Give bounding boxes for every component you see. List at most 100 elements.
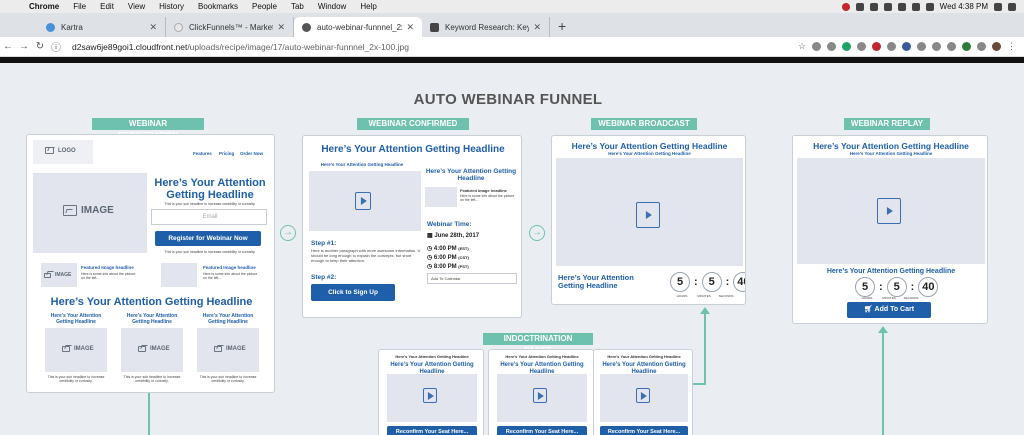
countdown-separator: :: [910, 281, 915, 293]
countdown-hours-unit: HOURS: [676, 294, 688, 298]
feature1-text: Here is some info about the picture on t…: [81, 272, 136, 280]
countdown-seconds-unit: SECONDS: [718, 294, 734, 298]
close-tab-icon[interactable]: ✕: [406, 22, 414, 33]
dropbox-icon[interactable]: [855, 2, 864, 11]
label-webinar-replay: WEBINAR REPLAY: [844, 118, 930, 130]
search-icon[interactable]: [994, 2, 1002, 11]
logo-text: LOGO: [58, 147, 76, 154]
cloud-icon[interactable]: [883, 2, 892, 11]
close-tab-icon[interactable]: ✕: [533, 22, 541, 33]
tab-kartra[interactable]: Kartra ✕: [38, 17, 166, 37]
confirmed-feature-title: Featured Image headline: [460, 188, 507, 193]
menubar-clock[interactable]: Wed 4:38 PM: [940, 2, 988, 11]
label-indoctrination-pages: INDOCTRINATION PAGES: [483, 333, 593, 355]
reconfirm-seat-button[interactable]: Reconfirm Your Seat Here...: [600, 426, 688, 435]
menu-app-chrome[interactable]: Chrome: [22, 2, 66, 11]
info-icon[interactable]: ⓘ: [48, 39, 64, 54]
click-to-sign-up-button[interactable]: Click to Sign Up: [311, 284, 395, 301]
extension-icon[interactable]: [857, 42, 866, 51]
registration-subnote-2: This is your sub headline to increase cr…: [164, 250, 256, 254]
menu-history[interactable]: History: [152, 2, 191, 11]
menu-edit[interactable]: Edit: [93, 2, 121, 11]
webinar-time-2: ◷ 6:00 PM (CST): [427, 254, 517, 261]
label-webinar-registration: WEBINAR REGISTRATION: [92, 118, 204, 140]
register-button[interactable]: Register for Webinar Now: [155, 231, 261, 246]
countdown-minutes: 5: [701, 272, 722, 292]
extension-icon[interactable]: [932, 42, 941, 51]
time-3: 8:00 PM: [433, 264, 457, 270]
close-tab-icon[interactable]: ✕: [277, 22, 285, 33]
indoctrination1-top: Here’s Your Attention Getting Headline: [395, 354, 469, 359]
indoctrination-page-2[interactable]: Here’s Your Attention Getting Headline H…: [488, 349, 594, 435]
reconfirm-seat-button[interactable]: Reconfirm Your Seat Here...: [387, 426, 477, 435]
extension-icon[interactable]: [887, 42, 896, 51]
registration-page-card[interactable]: LOGO Features Pricing Order Now IMAGE He…: [26, 134, 275, 393]
menu-tab[interactable]: Tab: [284, 2, 311, 11]
record-icon[interactable]: [841, 2, 850, 11]
url-host: d2saw6je89goi1.cloudfront.net: [72, 41, 188, 52]
extension-icon[interactable]: [902, 42, 911, 51]
tab-auto-webinar-funnel[interactable]: auto-webinar-funnnel_2x-100 ✕: [294, 17, 422, 37]
add-to-cart-button[interactable]: 🛒︎ Add To Cart: [847, 302, 931, 318]
reconfirm-seat-button[interactable]: Reconfirm Your Seat Here...: [497, 426, 587, 435]
clock-icon: ◷: [427, 246, 434, 252]
volume-icon[interactable]: [911, 2, 920, 11]
image-icon: [63, 205, 77, 216]
extension-icon[interactable]: [917, 42, 926, 51]
battery-icon[interactable]: [925, 2, 934, 11]
reload-icon[interactable]: ↻: [32, 41, 48, 52]
profile-avatar[interactable]: [992, 42, 1001, 51]
back-icon[interactable]: ←: [0, 41, 16, 52]
extension-icon[interactable]: [812, 42, 821, 51]
column1-title: Here’s Your Attention Getting Headline: [50, 313, 102, 325]
forward-icon[interactable]: →: [16, 41, 32, 52]
tab-title: auto-webinar-funnnel_2x-100: [317, 22, 402, 32]
replay-page-card[interactable]: Here’s Your Attention Getting Headline H…: [792, 135, 988, 324]
logo-placeholder-label: LOGO: [45, 147, 76, 154]
menu-bookmarks[interactable]: Bookmarks: [191, 2, 245, 11]
column3-text: This is your sub headline to increase cr…: [199, 375, 257, 383]
evernote-icon[interactable]: [869, 2, 878, 11]
clock-icon: ◷: [427, 255, 434, 261]
tab-clickfunnels[interactable]: ClickFunnels™ - Marketing Fu ✕: [166, 17, 294, 37]
menu-view[interactable]: View: [121, 2, 152, 11]
funnel-diagram: AUTO WEBINAR FUNNEL WEBINAR REGISTRATION…: [0, 63, 1024, 435]
feature2-image-placeholder: [161, 263, 197, 287]
feature2-title: Featured Image headline: [203, 265, 256, 270]
extension-icon[interactable]: [842, 42, 851, 51]
webinar-date-text: June 28th, 2017: [434, 233, 480, 239]
extension-icon[interactable]: [947, 42, 956, 51]
step1-label: Step #1:: [311, 240, 337, 247]
indoctrination-page-3[interactable]: Here’s Your Attention Getting Headline H…: [593, 349, 693, 435]
bookmark-star-icon[interactable]: ☆: [798, 41, 806, 52]
extension-icon[interactable]: [872, 42, 881, 51]
broadcast-page-card[interactable]: Here’s Your Attention Getting Headline H…: [551, 135, 746, 305]
close-tab-icon[interactable]: ✕: [149, 22, 157, 33]
wifi-icon[interactable]: [897, 2, 906, 11]
extension-icon[interactable]: [962, 42, 971, 51]
menu-people[interactable]: People: [245, 2, 284, 11]
control-center-icon[interactable]: [1008, 2, 1016, 11]
extension-icon[interactable]: [977, 42, 986, 51]
confirmed-page-card[interactable]: Here’s Your Attention Getting Headline H…: [302, 135, 522, 318]
replay-video-label: [877, 198, 901, 224]
registration-headline-2: Here’s Your Attention Getting Headline: [50, 296, 253, 308]
menu-window[interactable]: Window: [311, 2, 353, 11]
tab-keyword-research[interactable]: Keyword Research: Keyword S ✕: [422, 17, 550, 37]
confirmed-right-headline: Here’s Your Attention Getting Headline: [425, 168, 517, 183]
extension-icon[interactable]: [827, 42, 836, 51]
new-tab-button[interactable]: +: [550, 18, 574, 37]
more-menu-icon[interactable]: ⋮: [1007, 41, 1016, 52]
indoctrination-page-1[interactable]: Here’s Your Attention Getting Headline H…: [378, 349, 484, 435]
video-icon: [636, 388, 650, 403]
confirmed-feature-text: Here is some info about the picture on t…: [460, 194, 515, 202]
hero-image-text: IMAGE: [81, 205, 114, 216]
menu-help[interactable]: Help: [353, 2, 383, 11]
feature2-text: Here is some info about the picture on t…: [203, 272, 258, 280]
feature1-title: Featured Image headline: [81, 265, 134, 270]
video-icon: [355, 192, 371, 210]
macos-menubar: Chrome File Edit View History Bookmarks …: [0, 0, 1024, 13]
menu-file[interactable]: File: [66, 2, 93, 11]
countdown-seconds: 40: [733, 272, 745, 292]
address-bar[interactable]: d2saw6je89goi1.cloudfront.net/uploads/re…: [72, 42, 798, 52]
